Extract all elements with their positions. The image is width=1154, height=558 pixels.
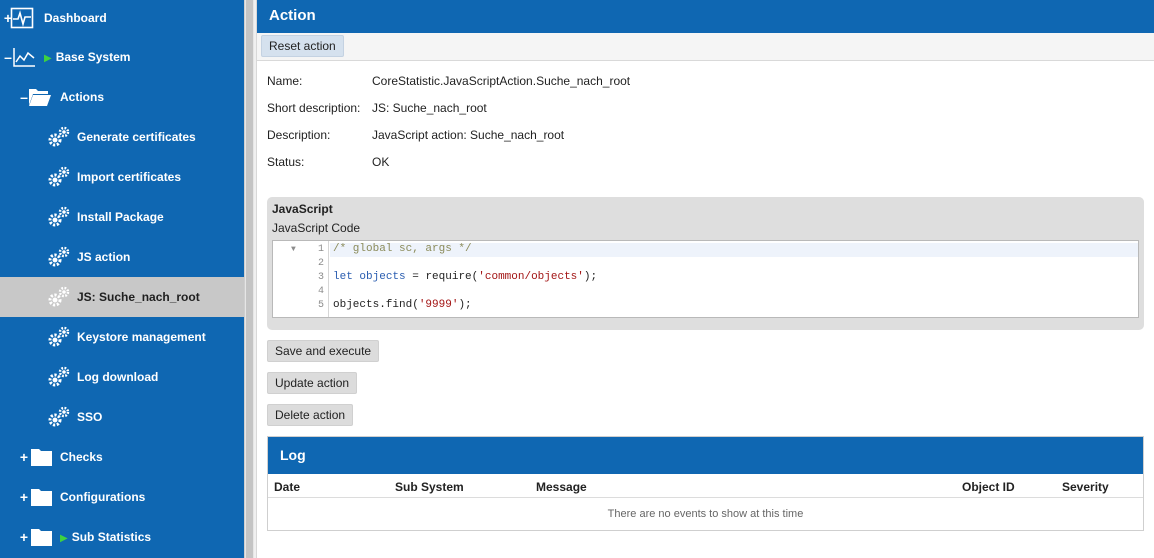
fold-arrow-icon[interactable]: ▼ <box>291 245 296 254</box>
line-number: 3 <box>317 272 324 283</box>
sidebar-item-label: Log download <box>77 370 159 384</box>
sidebar-item-checks[interactable]: + Checks <box>0 437 244 477</box>
javascript-title: JavaScript <box>272 202 333 216</box>
log-panel: Log Date Sub System Message Object ID Se… <box>267 436 1144 531</box>
sidebar-item-base-system[interactable]: – ▶ Base System <box>0 37 244 77</box>
gears-icon <box>48 166 70 187</box>
line-number: 2 <box>317 258 324 269</box>
sidebar-item-install-package[interactable]: Install Package <box>0 197 244 237</box>
empty-log-message: There are no events to show at this time <box>607 508 804 520</box>
sidebar-item-label: Actions <box>60 90 105 104</box>
description-value: JavaScript action: Suche_nach_root <box>372 128 565 142</box>
folder-icon <box>31 449 52 466</box>
column-header-severity[interactable]: Severity <box>1062 480 1109 494</box>
code-editor[interactable]: ▼ 1 2 3 4 5 /* global sc, args */ let ob… <box>272 240 1139 318</box>
column-header-object-id[interactable]: Object ID <box>962 480 1015 494</box>
column-header-message[interactable]: Message <box>536 480 587 494</box>
sidebar-item-label: JS: Suche_nach_root <box>77 290 200 304</box>
sidebar-item-label: Generate certificates <box>77 130 196 144</box>
sidebar-item-label: Dashboard <box>44 11 107 25</box>
code-keyword: let <box>333 271 353 283</box>
code-line: /* global sc, args */ <box>330 243 1138 257</box>
sidebar-item-label: Base System <box>55 50 131 64</box>
code-line: objects.find('9999'); <box>333 299 472 311</box>
action-title: Action <box>257 0 1154 33</box>
sidebar-item-label: Install Package <box>77 210 164 224</box>
scrollbar-thumb[interactable] <box>246 0 253 558</box>
code-string: 'common/objects' <box>478 271 584 283</box>
javascript-panel: JavaScript JavaScript Code ▼ 1 2 3 4 5 /… <box>267 197 1144 330</box>
sidebar-item-label-wrap: ▶ Sub Statistics <box>60 530 151 544</box>
sidebar-item-log-download[interactable]: Log download <box>0 357 244 397</box>
update-action-button[interactable]: Update action <box>267 372 358 394</box>
line-number: 1 <box>317 244 324 255</box>
column-header-date[interactable]: Date <box>274 480 300 494</box>
save-and-execute-button[interactable]: Save and execute <box>267 340 380 362</box>
line-gutter: ▼ 1 2 3 4 5 <box>273 241 329 317</box>
gears-icon <box>48 246 70 267</box>
folder-icon <box>31 489 52 506</box>
column-header-sub-system[interactable]: Sub System <box>395 480 464 494</box>
sidebar-item-sso[interactable]: SSO <box>0 397 244 437</box>
line-number: 4 <box>317 286 324 297</box>
sidebar-item-label: Checks <box>60 450 103 464</box>
code-identifier: objects <box>359 271 406 283</box>
action-toolbar: Reset action <box>257 33 1154 61</box>
play-icon: ▶ <box>44 53 52 64</box>
gears-icon <box>48 126 70 147</box>
sidebar-item-keystore-management[interactable]: Keystore management <box>0 317 244 357</box>
sidebar-item-label: SSO <box>77 410 103 424</box>
expand-toggle[interactable]: + <box>19 450 29 464</box>
sidebar-item-dashboard[interactable]: + Dashboard <box>0 0 244 40</box>
gears-icon <box>48 366 70 387</box>
gears-icon <box>48 406 70 427</box>
dashboard-icon <box>10 7 34 29</box>
sidebar-scrollbar[interactable] <box>244 0 254 558</box>
sidebar-item-generate-certificates[interactable]: Generate certificates <box>0 117 244 157</box>
sidebar-item-js-suche-nach-root[interactable]: JS: Suche_nach_root <box>0 277 244 317</box>
reset-action-button[interactable]: Reset action <box>261 35 344 57</box>
code-comment: /* global sc, args */ <box>333 243 472 255</box>
gears-icon <box>48 326 70 347</box>
code-line: let objects = require('common/objects'); <box>333 271 598 283</box>
sidebar-item-js-action[interactable]: JS action <box>0 237 244 277</box>
sidebar-item-label: JS action <box>77 250 131 264</box>
name-label: Name: <box>267 74 303 88</box>
folder-icon <box>31 529 52 546</box>
gears-icon <box>48 206 70 227</box>
delete-action-button[interactable]: Delete action <box>267 404 354 426</box>
line-chart-icon <box>13 48 35 67</box>
folder-open-icon <box>29 89 51 106</box>
sidebar-item-label: Import certificates <box>77 170 182 184</box>
short-description-label: Short description: <box>267 101 361 115</box>
name-value: CoreStatistic.JavaScriptAction.Suche_nac… <box>372 74 631 88</box>
code-string: '9999' <box>418 299 459 311</box>
divider <box>268 497 1143 498</box>
sidebar-item-configurations[interactable]: + Configurations <box>0 477 244 517</box>
description-label: Description: <box>267 128 331 142</box>
javascript-code-label: JavaScript Code <box>272 221 361 235</box>
short-description-value: JS: Suche_nach_root <box>372 101 487 115</box>
action-panel: Action Reset action Name: CoreStatistic.… <box>256 0 1154 558</box>
log-title: Log <box>268 437 1143 474</box>
sidebar-item-label: Configurations <box>60 490 146 504</box>
expand-toggle[interactable]: + <box>19 530 29 544</box>
sidebar-item-label: Keystore management <box>77 330 206 344</box>
status-value: OK <box>372 155 390 169</box>
play-icon: ▶ <box>60 533 68 544</box>
sidebar-item-sub-statistics[interactable]: + ▶ Sub Statistics <box>0 517 244 557</box>
expand-toggle[interactable]: + <box>19 490 29 504</box>
line-number: 5 <box>317 300 324 311</box>
sidebar-item-label: Sub Statistics <box>71 530 152 544</box>
gears-icon <box>48 286 70 307</box>
status-label: Status: <box>267 155 305 169</box>
sidebar-tree: + Dashboard – ▶ Base System – Actions Gen… <box>0 0 244 558</box>
sidebar-item-import-certificates[interactable]: Import certificates <box>0 157 244 197</box>
sidebar-item-actions[interactable]: – Actions <box>0 77 244 117</box>
sidebar-item-label-wrap: ▶ Base System <box>44 50 130 64</box>
